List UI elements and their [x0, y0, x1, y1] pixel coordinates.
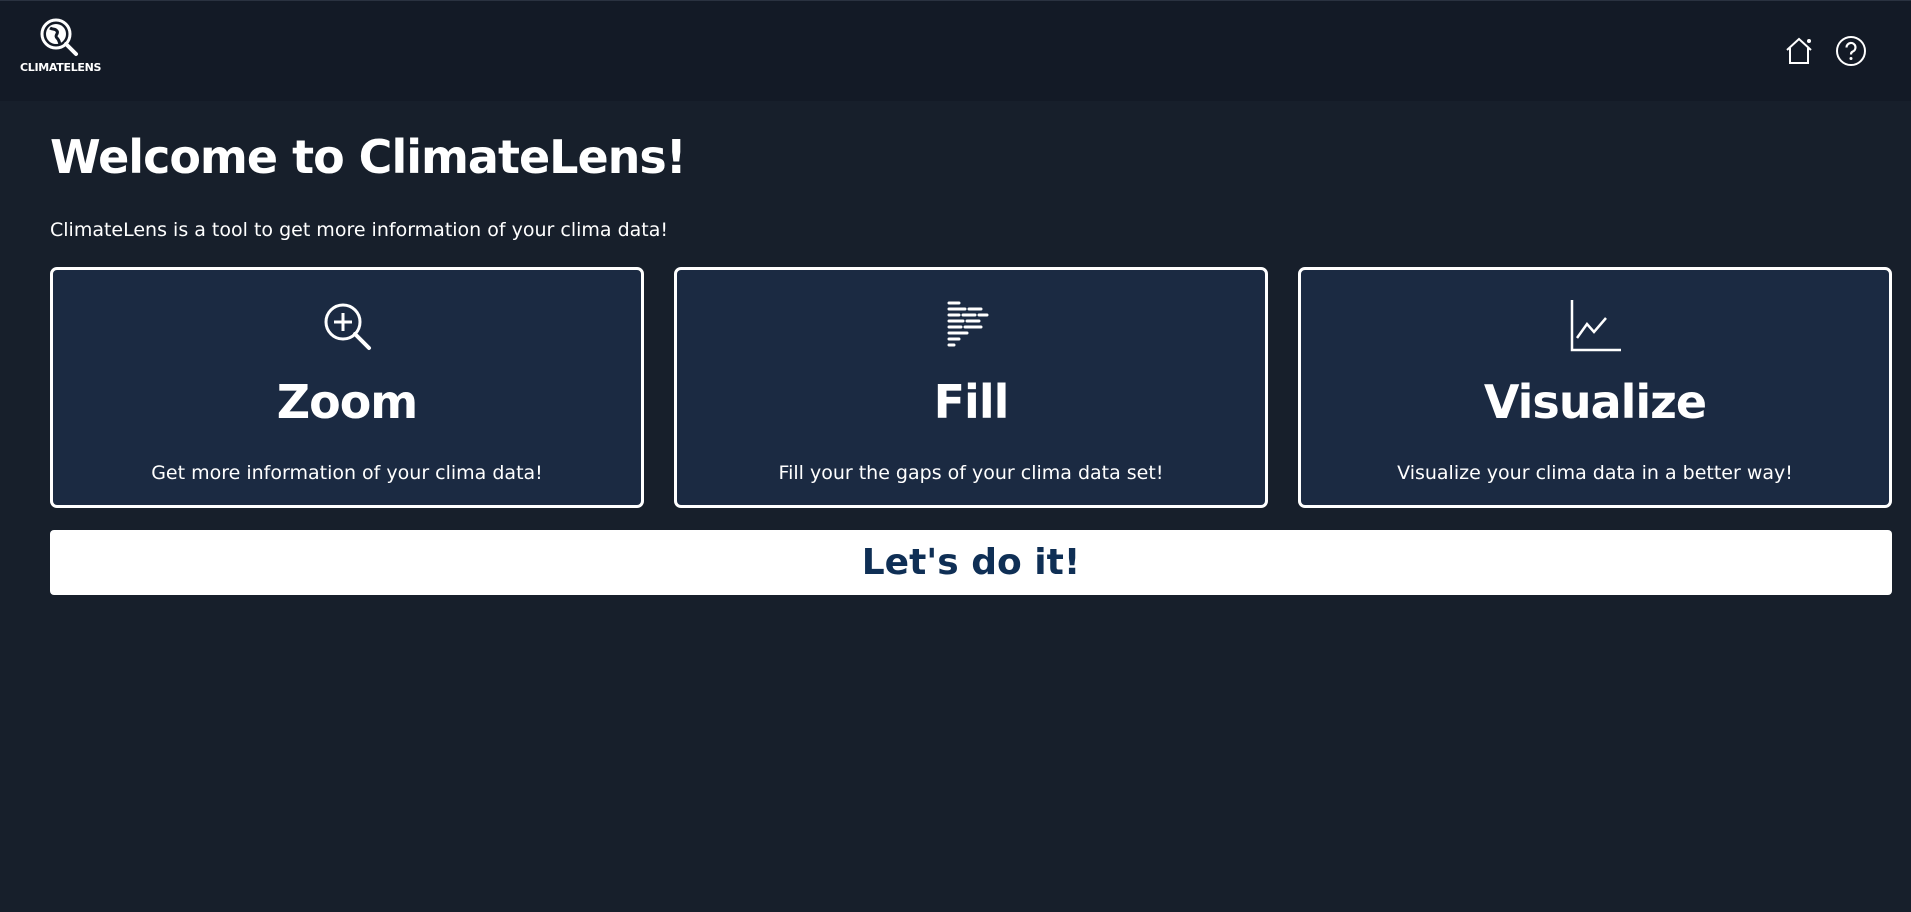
- page-title: Welcome to ClimateLens!: [50, 130, 687, 184]
- climatelens-logo[interactable]: CLIMATELENS: [20, 17, 102, 74]
- home-icon[interactable]: [1783, 35, 1815, 67]
- fill-lines-icon: [947, 301, 989, 347]
- logo-text: CLIMATELENS: [20, 61, 102, 74]
- card-title: Visualize: [1483, 375, 1707, 429]
- card-description: Get more information of your clima data!: [151, 462, 543, 484]
- card-description: Fill your the gaps of your clima data se…: [778, 462, 1164, 484]
- help-icon[interactable]: [1835, 35, 1867, 67]
- card-title: Fill: [933, 375, 1010, 429]
- lets-do-it-button[interactable]: Let's do it!: [50, 530, 1892, 595]
- line-chart-icon: [1570, 300, 1621, 352]
- page-subtitle: ClimateLens is a tool to get more inform…: [50, 219, 668, 241]
- visualize-card[interactable]: Visualize Visualize your clima data in a…: [1298, 267, 1892, 508]
- top-header: CLIMATELENS: [0, 0, 1911, 101]
- fill-card[interactable]: Fill Fill your the gaps of your clima da…: [674, 267, 1268, 508]
- globe-magnifier-icon: [40, 18, 78, 56]
- card-title: Zoom: [276, 375, 419, 429]
- card-description: Visualize your clima data in a better wa…: [1397, 462, 1793, 484]
- zoom-in-icon: [324, 303, 371, 350]
- zoom-card[interactable]: Zoom Get more information of your clima …: [50, 267, 644, 508]
